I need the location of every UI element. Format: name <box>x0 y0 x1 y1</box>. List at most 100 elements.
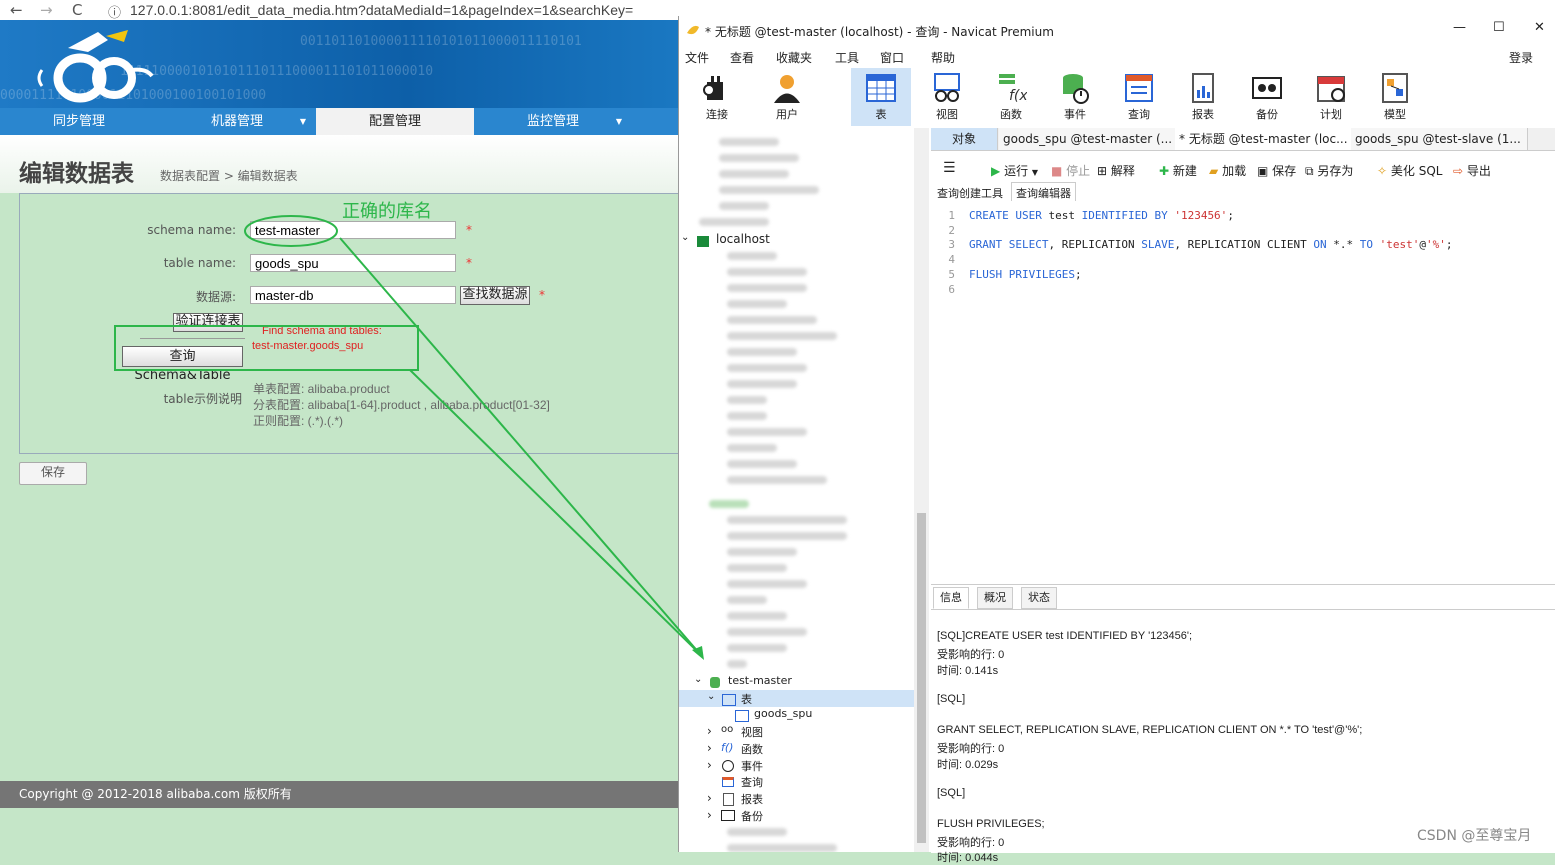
toolbar-function[interactable]: f(x) 函数 <box>981 68 1041 126</box>
tab-untitled-query[interactable]: * 无标题 @test-master (loc... <box>1175 128 1352 150</box>
toolbar-event[interactable]: 事件 <box>1045 68 1105 126</box>
sql-editor[interactable]: 1 2 3 4 5 6 CREATE USER test IDENTIFIED … <box>931 201 1555 586</box>
blurred-db-item <box>699 218 769 226</box>
nav-machine[interactable]: 机器管理 ▼ <box>158 108 316 135</box>
site-info-icon[interactable]: ⓘ <box>108 2 121 21</box>
close-button[interactable]: ✕ <box>1534 20 1545 35</box>
tree-tables[interactable]: 表 <box>741 691 752 707</box>
chevron-right-icon[interactable]: › <box>707 741 712 755</box>
chevron-right-icon[interactable]: › <box>707 724 712 738</box>
menu-view[interactable]: 查看 <box>730 49 754 66</box>
scrollbar-thumb[interactable] <box>917 513 926 843</box>
tree-scrollbar[interactable] <box>914 128 929 852</box>
tree-functions[interactable]: 函数 <box>741 741 763 757</box>
tab-query-builder[interactable]: 查询创建工具 <box>937 185 1003 201</box>
tree-reports[interactable]: 报表 <box>741 791 763 807</box>
chevron-down-icon[interactable]: ⌄ <box>694 674 702 685</box>
new-button[interactable]: ✚ 新建 <box>1159 162 1197 179</box>
query-schema-table-button[interactable]: 查询Schema&Table <box>122 346 243 383</box>
sql-line: GRANT SELECT, REPLICATION SLAVE, REPLICA… <box>969 238 1453 251</box>
menu-favorites[interactable]: 收藏夹 <box>776 49 812 66</box>
export-button[interactable]: ⇨ 导出 <box>1453 162 1491 179</box>
blurred-db-item <box>727 844 837 852</box>
schema-input[interactable]: test-master <box>250 221 456 239</box>
folder-icon: ▰ <box>1209 164 1219 178</box>
tree-events[interactable]: 事件 <box>741 758 763 774</box>
result-line: [SQL] <box>937 787 966 799</box>
event-icon <box>1063 74 1089 104</box>
toolbar-schedule[interactable]: 计划 <box>1301 68 1361 126</box>
chevron-down-icon[interactable]: ⌄ <box>707 691 715 702</box>
menu-help[interactable]: 帮助 <box>931 49 955 66</box>
maximize-button[interactable]: ☐ <box>1493 20 1505 35</box>
reload-icon[interactable]: C <box>72 1 82 19</box>
table-label: table name: <box>163 256 236 270</box>
minimize-button[interactable]: — <box>1453 20 1466 35</box>
save-label: 保存 <box>1272 164 1297 178</box>
chevron-right-icon[interactable]: › <box>707 758 712 772</box>
back-icon[interactable]: ← <box>10 1 23 19</box>
plug-icon <box>703 76 723 100</box>
result-line: 时间: 0.044s <box>937 852 999 864</box>
verify-table-button[interactable]: 验证连接表 <box>173 313 243 332</box>
save-button[interactable]: 保存 <box>19 462 87 485</box>
blurred-db-item <box>727 348 797 356</box>
tab-status[interactable]: 状态 <box>1021 587 1057 609</box>
chevron-down-icon[interactable]: ⌄ <box>681 232 689 243</box>
result-line: 受影响的行: 0 <box>937 837 1005 849</box>
toolbar-connect[interactable]: 连接 <box>687 68 747 126</box>
nav-sync[interactable]: 同步管理 <box>0 108 158 135</box>
toolbar-backup[interactable]: 备份 <box>1237 68 1297 126</box>
chevron-right-icon[interactable]: › <box>707 791 712 805</box>
nav-config[interactable]: 配置管理 <box>316 108 474 135</box>
tree-queries[interactable]: 查询 <box>741 774 763 790</box>
tree-test-master[interactable]: test-master <box>728 674 792 687</box>
toolbar-query[interactable]: 查询 <box>1109 68 1169 126</box>
tab-info[interactable]: 信息 <box>933 587 969 609</box>
menu-tools[interactable]: 工具 <box>835 49 859 66</box>
run-button[interactable]: ▶ 运行 ▼ <box>991 162 1038 179</box>
stop-label: 停止 <box>1066 164 1091 178</box>
table-input[interactable]: goods_spu <box>250 254 456 272</box>
new-label: 新建 <box>1172 164 1197 178</box>
toolbar-user[interactable]: 用户 <box>757 68 817 126</box>
blurred-db-item <box>727 428 807 436</box>
forward-icon[interactable]: → <box>40 1 53 19</box>
beautify-sql-button[interactable]: ✧ 美化 SQL <box>1377 162 1442 179</box>
toolbar-table[interactable]: 表 <box>851 68 911 126</box>
toolbar-model[interactable]: 模型 <box>1365 68 1425 126</box>
menu-window[interactable]: 窗口 <box>880 49 904 66</box>
save-query-button[interactable]: ▣ 保存 <box>1257 162 1296 179</box>
tab-query-editor[interactable]: 查询编辑器 <box>1011 182 1076 203</box>
nav-monitor[interactable]: 监控管理 ▼ <box>474 108 632 135</box>
stop-button[interactable]: ■ 停止 <box>1051 162 1090 179</box>
tab-objects[interactable]: 对象 <box>931 128 998 150</box>
sql-text: , REPLICATION CLIENT <box>1174 238 1314 251</box>
tree-backups[interactable]: 备份 <box>741 808 763 824</box>
line-number: 3 <box>948 238 955 251</box>
find-source-button[interactable]: 查找数据源 <box>460 286 530 305</box>
explain-button[interactable]: ⊞ 解释 <box>1097 162 1135 179</box>
tree-localhost[interactable]: localhost <box>716 232 770 246</box>
toolbar-report[interactable]: 报表 <box>1173 68 1233 126</box>
tab-goods-spu-master[interactable]: goods_spu @test-master (... <box>999 128 1176 150</box>
backup-icon <box>1252 77 1282 99</box>
result-line: GRANT SELECT, REPLICATION SLAVE, REPLICA… <box>937 724 1363 736</box>
toolbar-view[interactable]: 视图 <box>917 68 977 126</box>
sql-text: , REPLICATION <box>1048 238 1142 251</box>
source-input[interactable]: master-db <box>250 286 456 304</box>
url-text[interactable]: 127.0.0.1:8081/edit_data_media.htm?dataM… <box>130 2 633 18</box>
save-as-button[interactable]: ⧉ 另存为 <box>1305 162 1353 179</box>
blurred-db-item <box>727 644 787 652</box>
menu-icon[interactable]: ☰ <box>943 160 956 176</box>
load-button[interactable]: ▰ 加载 <box>1209 162 1246 179</box>
required-mark: * <box>539 288 545 302</box>
menu-file[interactable]: 文件 <box>685 49 709 66</box>
tab-profile[interactable]: 概况 <box>977 587 1013 609</box>
login-link[interactable]: 登录 <box>1509 49 1533 66</box>
tab-goods-spu-slave[interactable]: goods_spu @test-slave (1... <box>1351 128 1528 150</box>
tree-views[interactable]: 视图 <box>741 724 763 740</box>
beautify-label: 美化 SQL <box>1390 164 1443 178</box>
chevron-right-icon[interactable]: › <box>707 808 712 822</box>
tree-table-goods-spu[interactable]: goods_spu <box>754 707 812 720</box>
